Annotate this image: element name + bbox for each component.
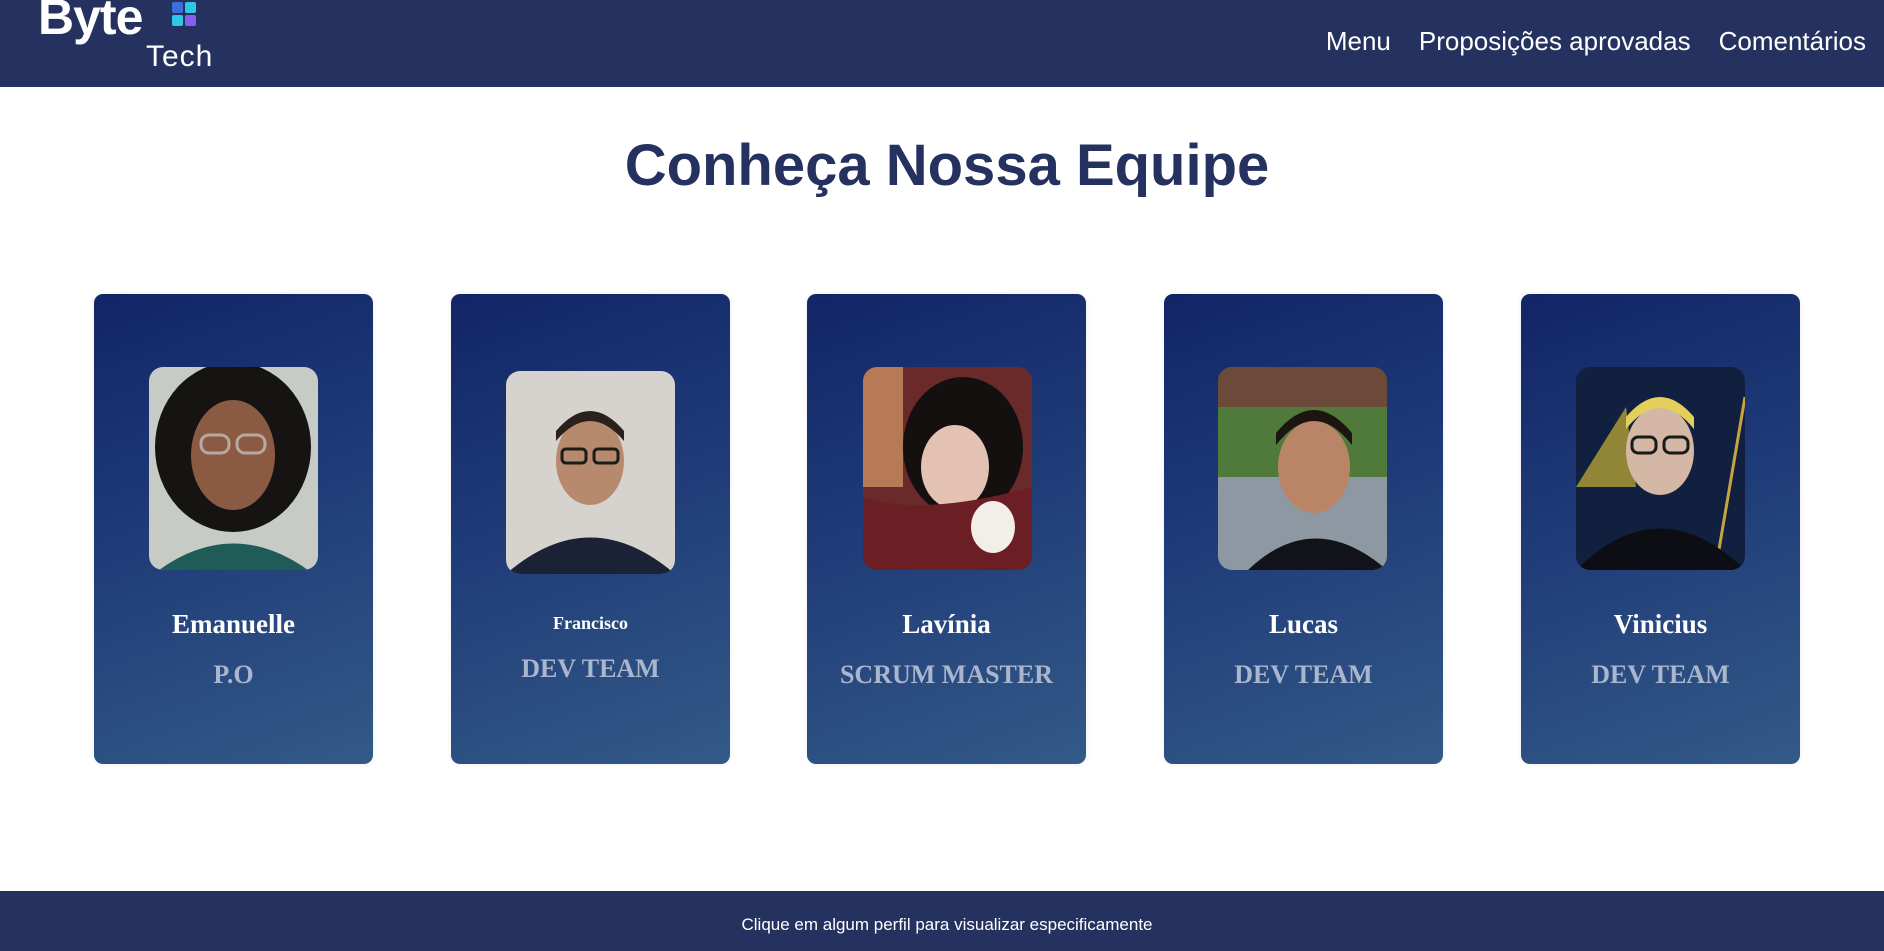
logo-square-icon [185, 2, 196, 13]
member-name: Francisco [553, 613, 628, 633]
footer-hint: Clique em algum perfil para visualizar e… [741, 915, 1153, 934]
logo-wordmark: Byte [38, 0, 143, 45]
main-nav: Menu Proposições aprovadas Comentários [1326, 26, 1866, 57]
member-name: Emanuelle [171, 609, 295, 639]
profile-photo [1576, 367, 1745, 570]
team-card-francisco[interactable]: Francisco DEV TEAM [451, 294, 730, 764]
member-role: DEV TEAM [1591, 660, 1730, 689]
team-card-emanuelle[interactable]: Emanuelle P.O [94, 294, 373, 764]
nav-link-menu[interactable]: Menu [1326, 26, 1391, 57]
member-name: Vinicius [1613, 609, 1708, 639]
profile-photo-image [149, 367, 318, 570]
logo-square-icon [172, 15, 183, 26]
member-role: DEV TEAM [521, 654, 660, 683]
profile-photo [506, 371, 675, 574]
team-card-vinicius[interactable]: Vinicius DEV TEAM [1521, 294, 1800, 764]
member-role: DEV TEAM [1234, 660, 1373, 689]
profile-photo [149, 367, 318, 570]
profile-photo-image [1576, 367, 1745, 570]
page-title: Conheça Nossa Equipe [624, 133, 1270, 198]
member-role: SCRUM MASTER [839, 660, 1054, 689]
bytetech-logo[interactable]: Byte Tech [38, 0, 218, 78]
team-card-lavinia[interactable]: Lavínia SCRUM MASTER [807, 294, 1086, 764]
profile-photo [1218, 367, 1387, 570]
member-role: P.O [213, 660, 254, 689]
member-name: Lavínia [902, 609, 991, 639]
logo-subtitle: Tech [146, 40, 214, 73]
profile-photo-image [506, 371, 675, 574]
nav-link-proposicoes[interactable]: Proposições aprovadas [1419, 26, 1691, 57]
logo-square-icon [172, 2, 183, 13]
profile-photo-image [863, 367, 1032, 570]
top-navbar: Byte Tech Menu Proposições aprovadas Com… [0, 0, 1884, 87]
profile-photo [863, 367, 1032, 570]
profile-photo-image [1218, 367, 1387, 570]
logo-square-icon [185, 15, 196, 26]
team-card-lucas[interactable]: Lucas DEV TEAM [1164, 294, 1443, 764]
member-name: Lucas [1268, 609, 1339, 639]
footer: Clique em algum perfil para visualizar e… [0, 891, 1884, 951]
nav-link-comentarios[interactable]: Comentários [1719, 26, 1866, 57]
